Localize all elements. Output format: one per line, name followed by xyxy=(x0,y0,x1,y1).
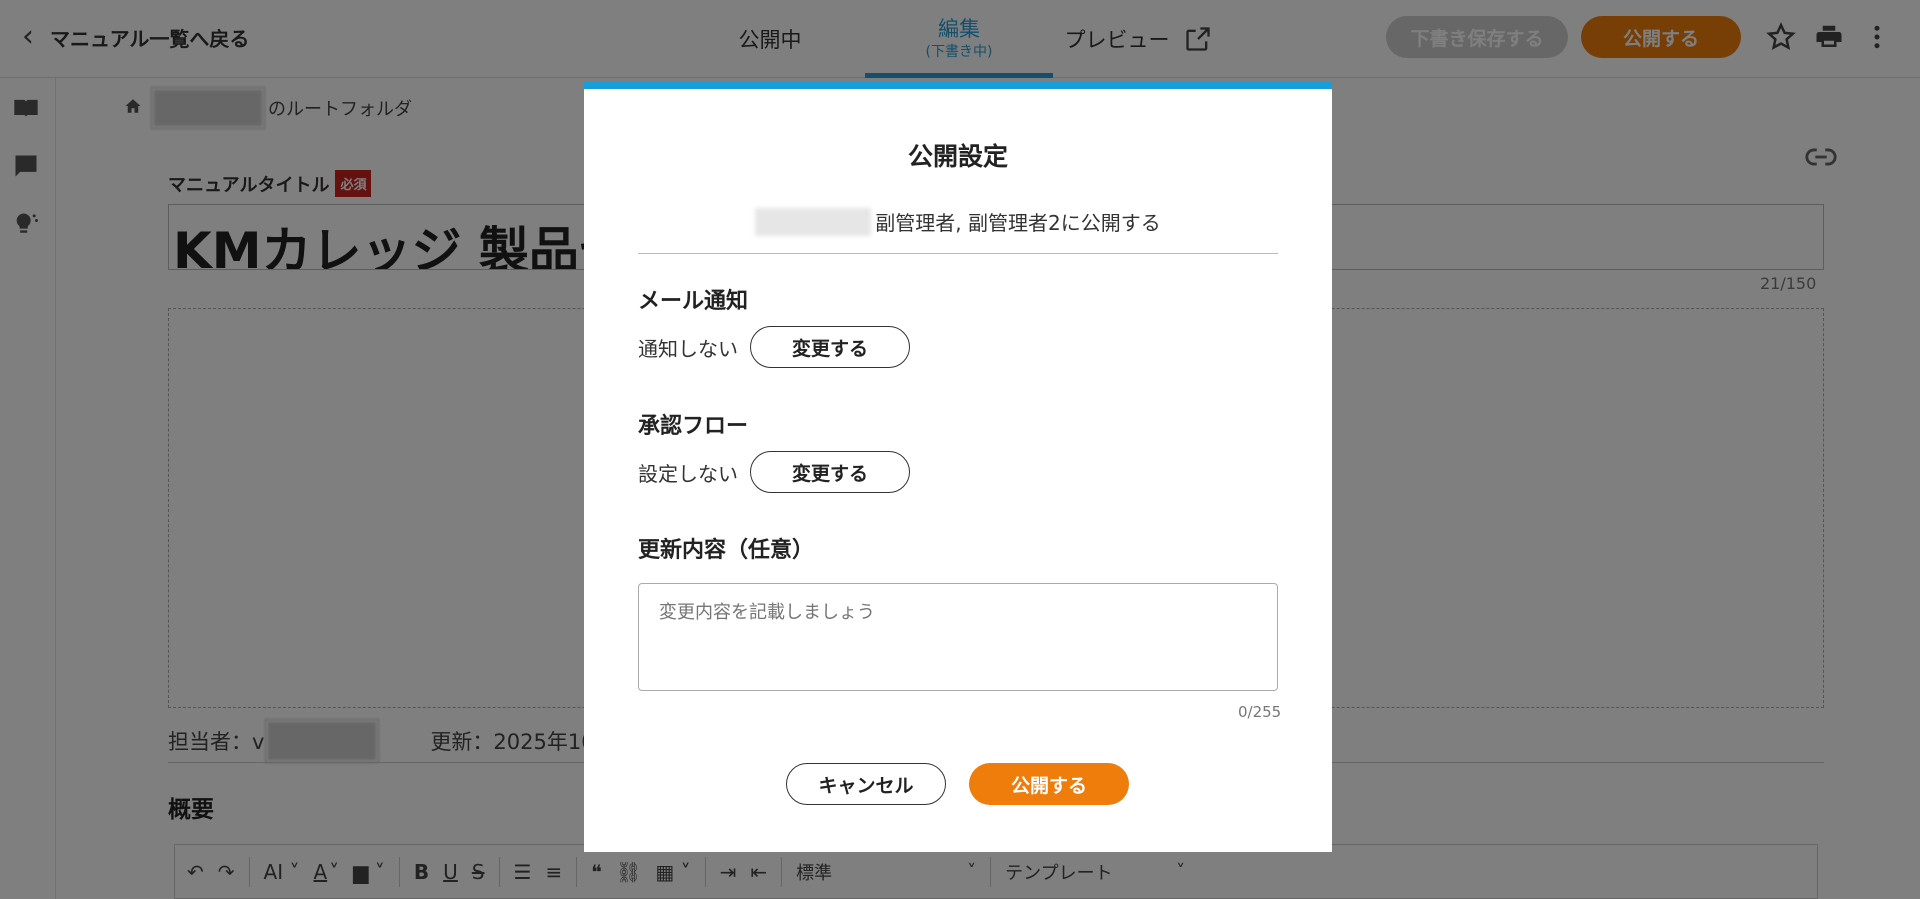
change-mail-button[interactable]: 変更する xyxy=(750,326,910,368)
change-flow-button[interactable]: 変更する xyxy=(750,451,910,493)
publish-settings-dialog: 公開設定 副管理者, 副管理者2に公開する メール通知 通知しない 変更する 承… xyxy=(584,82,1332,852)
mail-notification-heading: メール通知 xyxy=(638,289,749,314)
publish-target-text: 副管理者, 副管理者2に公開する xyxy=(875,211,1161,235)
approval-flow-row: 設定しない 変更する xyxy=(638,451,910,493)
approval-flow-value: 設定しない xyxy=(638,461,738,486)
publish-target: 副管理者, 副管理者2に公開する xyxy=(638,207,1278,236)
approval-flow-heading: 承認フロー xyxy=(638,414,749,439)
update-notes-count: 0/255 xyxy=(1238,703,1282,721)
mail-notification-value: 通知しない xyxy=(638,336,738,361)
update-notes-input[interactable] xyxy=(638,583,1278,691)
mail-notification-row: 通知しない 変更する xyxy=(638,326,910,368)
update-notes-heading: 更新内容（任意） xyxy=(638,538,815,563)
publish-button[interactable]: 公開する xyxy=(969,763,1129,805)
dialog-title: 公開設定 xyxy=(907,142,1008,171)
cancel-button[interactable]: キャンセル xyxy=(786,763,946,805)
redacted-target xyxy=(755,207,872,236)
dialog-divider xyxy=(638,253,1278,254)
